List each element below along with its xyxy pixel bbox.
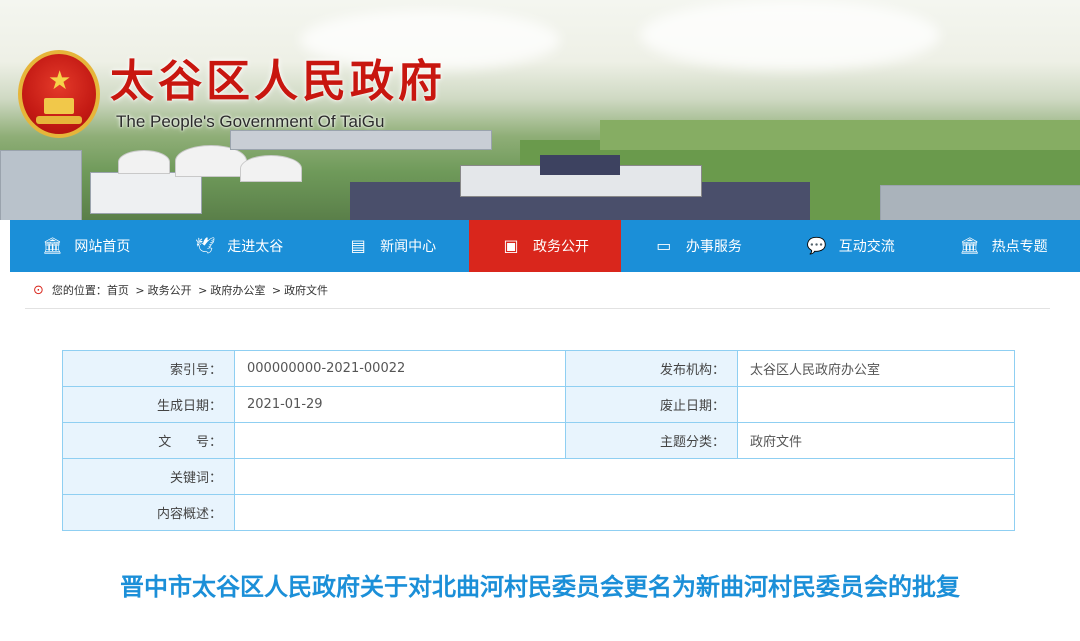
location-pin-icon: ⊙ [33,282,44,298]
document-icon: ▣ [503,236,519,255]
repeal-date-value [737,386,1015,423]
summary-value [234,494,1015,531]
nav-item-label: 走进太谷 [227,239,284,255]
nav-item-home[interactable]: 🏛 网站首页 [10,220,163,272]
document-info-table: 索引号： 000000000-2021-00022 发布机构： 太谷区人民政府办… [62,350,1015,531]
banner-dome [240,155,302,182]
nav-item-gov-affairs[interactable]: ▣ 政务公开 [468,220,622,272]
table-row: 内容概述： [62,494,1015,531]
chat-icon: 💬 [806,236,827,255]
date-value: 2021-01-29 [234,386,566,423]
breadcrumb-link-home[interactable]: 首页 [107,282,129,298]
publisher-value: 太谷区人民政府办公室 [737,350,1015,387]
banner-field [600,120,1080,150]
table-row: 关键词： [62,458,1015,495]
document-title: 晋中市太谷区人民政府关于对北曲河村民委员会更名为新曲河村民委员会的批复 [120,573,960,601]
topic-label: 主题分类： [565,422,738,459]
nav-item-label: 办事服务 [685,239,742,255]
breadcrumb-separator: > [131,283,145,297]
date-label: 生成日期： [62,386,235,423]
nav-item-topics[interactable]: 🏛 热点专题 [927,220,1080,272]
bank-icon: 🏛 [959,236,980,255]
dove-icon: 🕊 [195,236,216,255]
table-row: 生成日期： 2021-01-29 废止日期： [62,386,1015,423]
doc-number-label: 文 号： [62,422,235,459]
banner-building [0,150,82,220]
bank-icon: 🏛 [42,236,63,255]
banner-cloud [640,0,940,70]
site-subtitle: The People's Government Of TaiGu [116,112,385,131]
breadcrumb-link-documents[interactable]: 政府文件 [284,282,328,298]
nav-item-news[interactable]: ▤ 新闻中心 [316,220,469,272]
banner-building [230,130,492,150]
newspaper-icon: ▤ [350,236,366,255]
nav-item-label: 政务公开 [533,239,589,255]
nav-item-label: 网站首页 [74,239,131,255]
breadcrumb-separator: > [268,283,282,297]
table-row: 索引号： 000000000-2021-00022 发布机构： 太谷区人民政府办… [62,350,1015,387]
nav-item-about[interactable]: 🕊 走进太谷 [163,220,316,272]
header-banner: ★ 太谷区人民政府 The People's Government Of Tai… [0,0,1080,220]
site-title: 太谷区人民政府 [110,56,446,107]
index-label: 索引号： [62,350,235,387]
nav-item-services[interactable]: ▭ 办事服务 [621,220,774,272]
banner-roof [540,155,620,175]
banner-building [880,185,1080,220]
banner-dome [118,150,170,174]
main-nav: 🏛 网站首页 🕊 走进太谷 ▤ 新闻中心 ▣ 政务公开 ▭ 办事服务 💬 互动交… [10,220,1080,272]
monitor-icon: ▭ [656,236,672,255]
national-emblem-icon: ★ [18,50,100,138]
topic-value: 政府文件 [737,422,1015,459]
repeal-date-label: 废止日期： [565,386,738,423]
nav-item-label: 热点专题 [991,239,1048,255]
keywords-label: 关键词： [62,458,235,495]
nav-item-interaction[interactable]: 💬 互动交流 [774,220,927,272]
breadcrumb-link-gov-affairs[interactable]: 政务公开 [148,282,192,298]
index-value: 000000000-2021-00022 [234,350,566,387]
breadcrumb: ⊙ 您的位置： 首页 > 政务公开 > 政府办公室 > 政府文件 [25,272,1050,309]
publisher-label: 发布机构： [565,350,738,387]
breadcrumb-separator: > [194,283,208,297]
nav-item-label: 新闻中心 [380,239,437,255]
summary-label: 内容概述： [62,494,235,531]
table-row: 文 号： 主题分类： 政府文件 [62,422,1015,459]
breadcrumb-prefix: 您的位置： [51,284,107,297]
breadcrumb-link-office[interactable]: 政府办公室 [210,282,265,298]
banner-building [90,172,202,214]
doc-number-value [234,422,566,459]
keywords-value [234,458,1015,495]
nav-item-label: 互动交流 [838,239,895,255]
